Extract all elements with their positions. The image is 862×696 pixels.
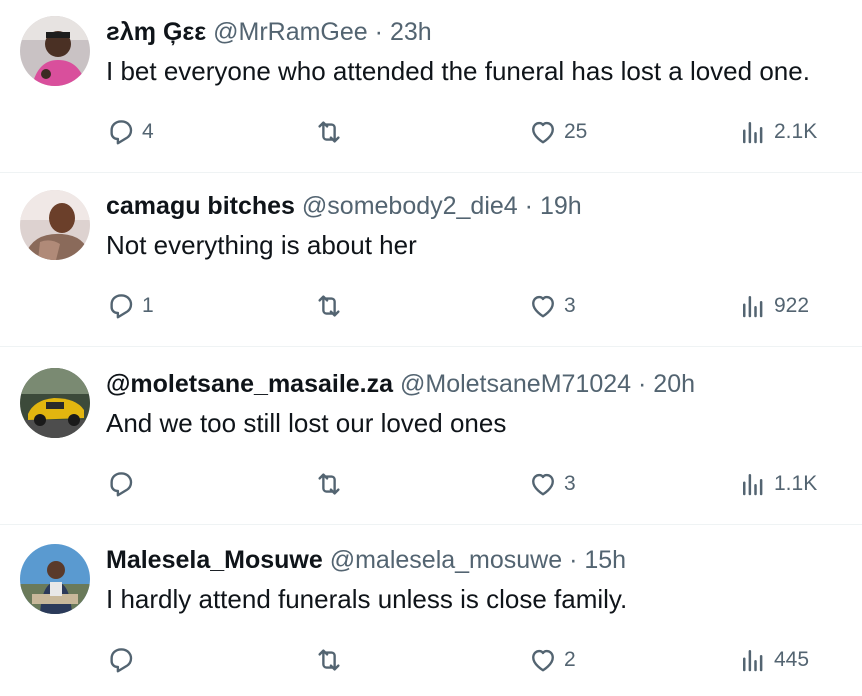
separator-dot: · (374, 18, 383, 46)
display-name[interactable]: camagu bitches (106, 192, 295, 220)
retweet-icon (318, 121, 340, 143)
view-count: 445 (774, 648, 810, 671)
display-name[interactable]: Malesela_Mosuwe (106, 546, 323, 574)
avatar[interactable] (20, 16, 90, 86)
timestamp[interactable]: 20h (653, 370, 695, 398)
separator-dot: · (638, 370, 647, 398)
reply-icon (110, 648, 133, 673)
like-count: 25 (564, 120, 588, 143)
display-name[interactable]: @moletsane_masaile.za (106, 370, 393, 398)
user-handle[interactable]: @MoletsaneM71024 (400, 370, 631, 398)
timestamp[interactable]: 15h (584, 546, 626, 574)
tweet-text: I hardly attend funerals unless is close… (106, 584, 628, 614)
like-button[interactable]: 25 (528, 116, 587, 148)
views-button[interactable]: 2.1K (738, 116, 817, 148)
timestamp[interactable]: 19h (540, 192, 582, 220)
view-count: 2.1K (774, 120, 818, 143)
like-count: 2 (564, 648, 576, 671)
heart-icon (532, 295, 554, 318)
action-bar: 2 445 (106, 644, 836, 676)
reply-icon (110, 472, 133, 497)
retweet-icon (318, 649, 340, 671)
tweet-text: Not everything is about her (106, 230, 417, 260)
views-button[interactable]: 922 (738, 290, 809, 322)
tweet-header: camagu bitches @somebody2_die4 · 19h (106, 190, 582, 222)
like-button[interactable]: 2 (528, 644, 576, 676)
reply-count: 4 (142, 120, 154, 143)
view-count: 1.1K (774, 472, 818, 495)
separator-dot: · (524, 192, 533, 220)
view-count: 922 (774, 294, 810, 317)
retweet-button[interactable] (314, 290, 350, 322)
tweet[interactable]: camagu bitches @somebody2_die4 · 19h Not… (0, 174, 862, 347)
tweet-text: And we too still lost our loved ones (106, 408, 507, 438)
heart-icon (532, 121, 554, 144)
like-count: 3 (564, 294, 576, 317)
user-handle[interactable]: @MrRamGee (213, 18, 368, 46)
avatar[interactable] (20, 368, 90, 438)
reply-count: 1 (142, 294, 154, 317)
action-bar: 1 3 922 (106, 290, 836, 322)
retweet-button[interactable] (314, 468, 350, 500)
timestamp[interactable]: 23h (390, 18, 432, 46)
user-handle[interactable]: @somebody2_die4 (302, 192, 518, 220)
reply-button[interactable]: 4 (106, 116, 154, 148)
views-icon (743, 296, 763, 318)
reply-button[interactable] (106, 468, 142, 500)
retweet-icon (318, 473, 340, 495)
avatar[interactable] (20, 190, 90, 260)
views-icon (743, 122, 763, 144)
reply-button[interactable]: 1 (106, 290, 154, 322)
retweet-button[interactable] (314, 644, 350, 676)
heart-icon (532, 473, 554, 496)
tweet[interactable]: ƨλɱ Ģεε @MrRamGee · 23h I bet everyone w… (0, 0, 862, 173)
tweet-header: @moletsane_masaile.za @MoletsaneM71024 ·… (106, 368, 695, 400)
reply-button[interactable] (106, 644, 142, 676)
like-count: 3 (564, 472, 576, 495)
tweet-header: Malesela_Mosuwe @malesela_mosuwe · 15h (106, 544, 626, 576)
views-button[interactable]: 445 (738, 644, 809, 676)
views-button[interactable]: 1.1K (738, 468, 817, 500)
reply-icon (110, 120, 133, 145)
avatar[interactable] (20, 544, 90, 614)
heart-icon (532, 649, 554, 672)
views-icon (743, 650, 763, 672)
retweet-icon (318, 295, 340, 317)
tweet[interactable]: Malesela_Mosuwe @malesela_mosuwe · 15h I… (0, 528, 862, 696)
tweet[interactable]: @moletsane_masaile.za @MoletsaneM71024 ·… (0, 352, 862, 525)
display-name[interactable]: ƨλɱ Ģεε (106, 18, 206, 46)
separator-dot: · (569, 546, 578, 574)
like-button[interactable]: 3 (528, 290, 576, 322)
tweet-text: I bet everyone who attended the funeral … (106, 56, 810, 86)
action-bar: 4 25 2.1K (106, 116, 836, 148)
reply-icon (110, 294, 133, 319)
views-icon (743, 474, 763, 496)
tweet-header: ƨλɱ Ģεε @MrRamGee · 23h (106, 16, 432, 48)
retweet-button[interactable] (314, 116, 350, 148)
action-bar: 3 1.1K (106, 468, 836, 500)
user-handle[interactable]: @malesela_mosuwe (330, 546, 562, 574)
reply-feed: ƨλɱ Ģεε @MrRamGee · 23h I bet everyone w… (0, 0, 862, 696)
like-button[interactable]: 3 (528, 468, 576, 500)
